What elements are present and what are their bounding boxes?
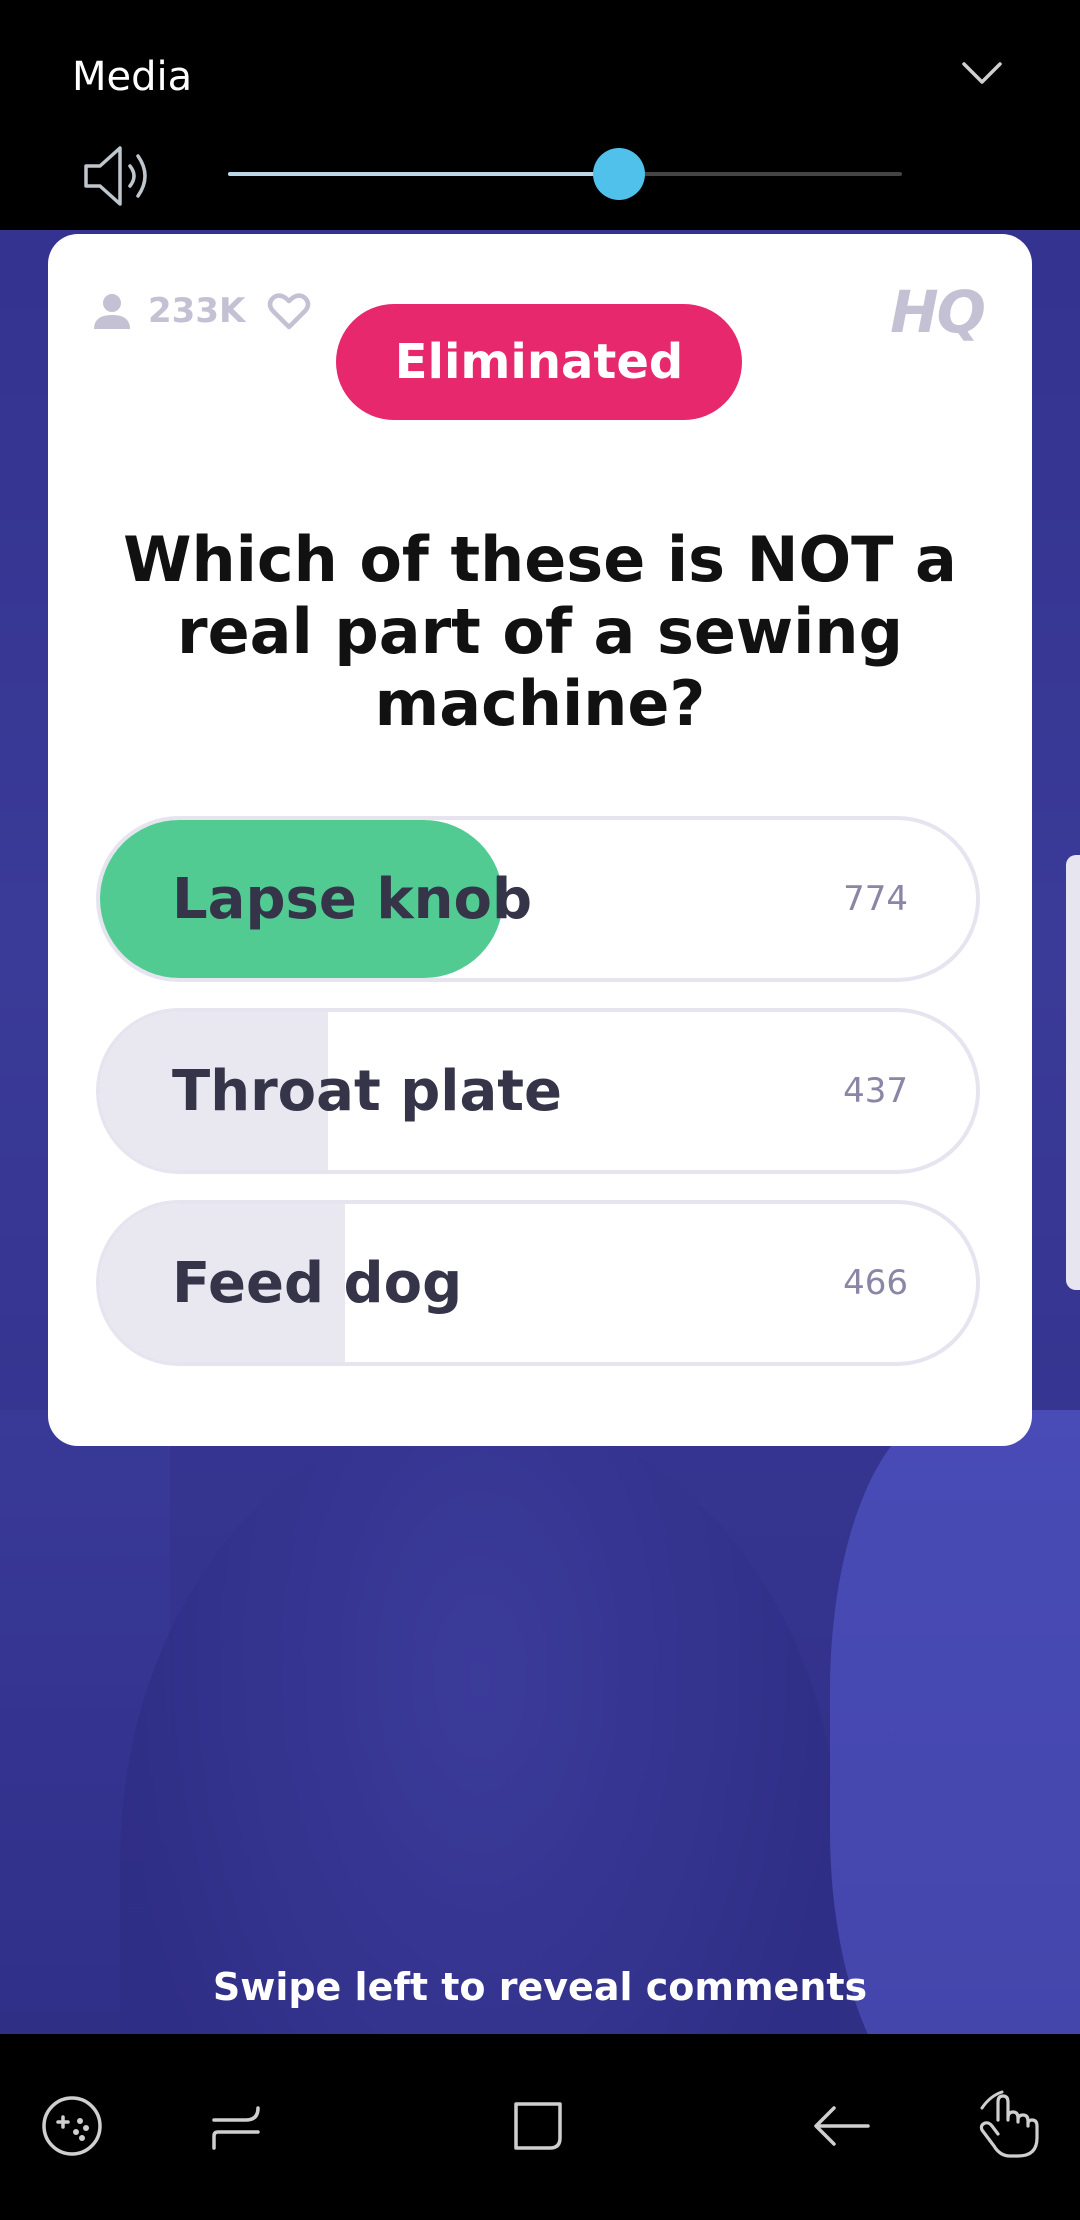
answer-count: 466	[843, 1263, 908, 1303]
chevron-down-icon[interactable]	[962, 58, 1002, 88]
edge-panel-handle[interactable]	[1066, 855, 1080, 1290]
assistant-touch-icon[interactable]	[972, 2090, 1044, 2162]
viewer-count: 233K	[92, 286, 327, 336]
question-card: 233K HQ Eliminated Which of these is NOT…	[48, 234, 1032, 1446]
speaker-icon[interactable]	[82, 142, 158, 210]
volume-slider-thumb[interactable]	[592, 148, 645, 200]
answer-label: Feed dog	[172, 1250, 463, 1316]
answer-option: Feed dog 466	[96, 1200, 980, 1366]
volume-slider[interactable]	[228, 148, 902, 200]
back-icon[interactable]	[806, 2090, 878, 2162]
video-figure	[120, 1410, 840, 2034]
volume-slider-fill	[228, 172, 619, 176]
answer-option: Throat plate 437	[96, 1008, 980, 1174]
system-navbar	[0, 2034, 1080, 2220]
answer-count: 437	[843, 1071, 908, 1111]
game-tools-icon[interactable]	[36, 2090, 108, 2162]
swipe-hint: Swipe left to reveal comments	[212, 1965, 868, 2009]
answer-label: Throat plate	[172, 1058, 563, 1124]
hq-logo: HQ	[890, 278, 986, 346]
answer-count: 774	[843, 879, 908, 919]
answer-label: Lapse knob	[172, 866, 533, 932]
heart-icon[interactable]	[267, 291, 311, 331]
media-title: Media	[72, 54, 193, 100]
question-text: Which of these is NOT a real part of a s…	[123, 523, 957, 740]
eliminated-badge: Eliminated	[336, 304, 742, 420]
viewer-count-label: 233K	[148, 291, 246, 331]
media-volume-panel: Media	[0, 0, 1080, 230]
answer-option: Lapse knob 774	[96, 816, 980, 982]
person-icon	[94, 294, 130, 329]
home-icon[interactable]	[502, 2090, 574, 2162]
video-figure	[830, 1410, 1080, 2034]
recent-apps-icon[interactable]	[200, 2090, 272, 2162]
